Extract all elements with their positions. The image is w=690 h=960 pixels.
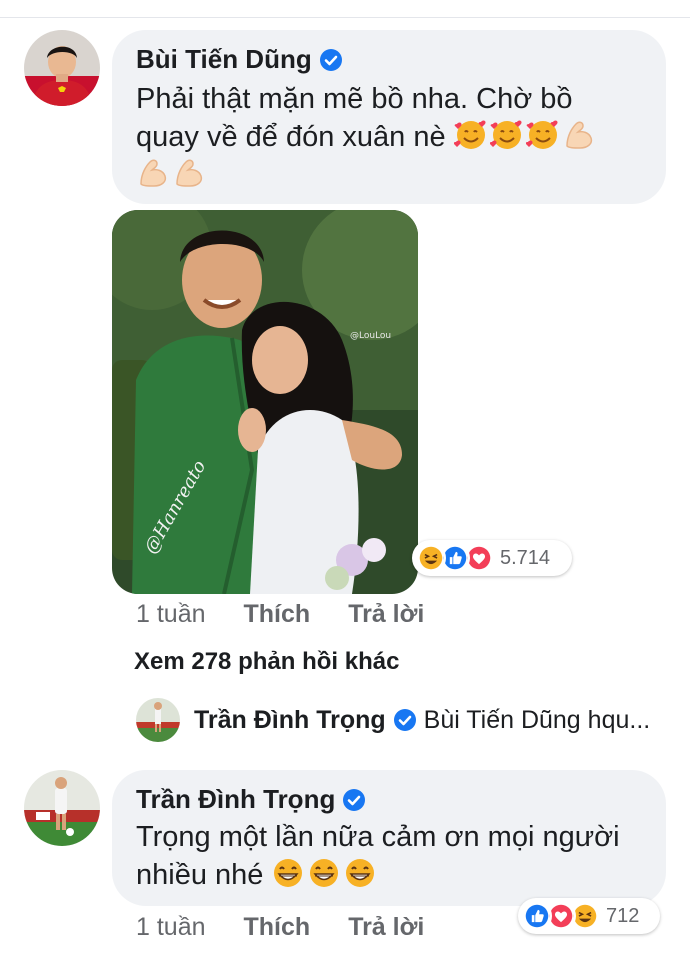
comment-timestamp[interactable]: 1 tuần [136, 600, 206, 629]
avatar-tran-dinh-trong[interactable] [24, 770, 100, 846]
author-name[interactable]: Trần Đình Trọng [136, 784, 335, 815]
reaction-count-2: 712 [606, 904, 640, 927]
verified-badge-icon [343, 788, 366, 811]
view-more-replies-link[interactable]: Xem 278 phản hồi khác [134, 648, 399, 676]
like-icon [522, 901, 552, 931]
avatar-bui-tien-dung[interactable] [24, 30, 100, 106]
reaction-summary-1[interactable]: 5.714 [412, 540, 572, 576]
smiling-hearts-emoji [453, 118, 488, 152]
top-divider [0, 0, 690, 18]
comment-text-1: Phải thật mặn mẽ bồ nha. Chờ bồ quay về … [136, 80, 626, 194]
flexed-biceps-emoji [562, 118, 596, 152]
author-name[interactable]: Bùi Tiến Dũng [136, 44, 312, 75]
comment-text-2: Trọng một lần nữa cảm ơn mọi người nhiều… [136, 818, 656, 894]
flexed-biceps-emoji [136, 156, 170, 190]
reply-author[interactable]: Trần Đình Trọng [194, 706, 386, 735]
verified-badge-icon [393, 709, 416, 731]
reply-snippet: Bùi Tiến Dũng hqu... [423, 705, 651, 734]
smiling-hearts-emoji [525, 118, 560, 152]
comment-photo[interactable]: @LouLou @Hanreato [112, 210, 418, 594]
grinning-emoji [343, 856, 377, 890]
comment-author-2[interactable]: Trần Đình Trọng [136, 784, 366, 815]
comment-actions-2: 1 tuần Thích Trả lời [136, 913, 462, 942]
haha-icon [416, 543, 446, 573]
reply-button[interactable]: Trả lời [348, 913, 424, 942]
reaction-summary-2[interactable]: 712 [518, 898, 660, 934]
flexed-biceps-emoji [172, 156, 206, 190]
comment-line-2-text: nhiều nhé [136, 859, 264, 891]
reply-button[interactable]: Trả lời [348, 600, 424, 629]
like-button[interactable]: Thích [244, 600, 311, 629]
verified-badge-icon [319, 48, 342, 71]
grinning-emoji [307, 856, 341, 890]
reply-preview[interactable]: Trần Đình Trọng Bùi Tiến Dũng hqu... [136, 698, 650, 742]
like-button[interactable]: Thích [244, 913, 311, 942]
comment-line-1: Trọng một lần nữa cảm ơn mọi người [136, 821, 620, 853]
comment-actions-1: 1 tuần Thích Trả lời [136, 600, 462, 629]
comment-timestamp[interactable]: 1 tuần [136, 913, 206, 942]
reaction-count-1: 5.714 [500, 546, 551, 569]
grinning-emoji [271, 856, 305, 890]
smiling-hearts-emoji [489, 118, 524, 152]
avatar-tran-dinh-trong-small[interactable] [136, 698, 180, 742]
comment-author-1[interactable]: Bùi Tiến Dũng [136, 44, 342, 75]
comment-line-2: nhiều nhé [136, 856, 656, 894]
photo-watermark: @LouLou [350, 331, 391, 341]
